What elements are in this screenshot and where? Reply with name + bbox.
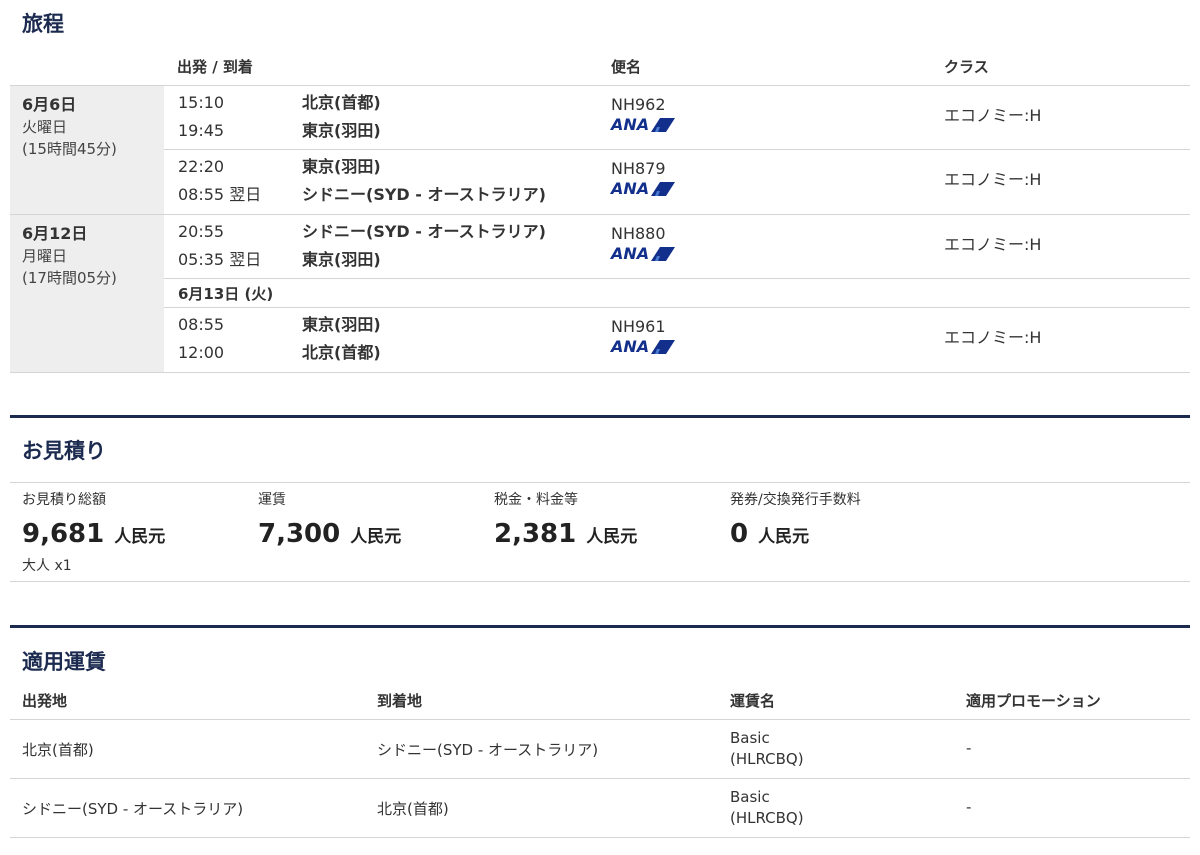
estimate-fare-amount: 7,300 bbox=[258, 519, 341, 549]
header-depart-arrive: 出発 / 到着 bbox=[177, 58, 253, 76]
header-fare-name: 運賃名 bbox=[730, 692, 776, 710]
fares-title: 適用運賃 bbox=[22, 650, 106, 674]
cabin-class: エコノミー:H bbox=[944, 328, 1042, 347]
arrival-place: 北京(首都) bbox=[302, 343, 381, 362]
fare-name: Basic bbox=[730, 729, 770, 747]
fare-row: 北京(首都) シドニー(SYD - オーストラリア) Basic (HLRCBQ… bbox=[10, 720, 1190, 779]
day-duration: (17時間05分) bbox=[22, 269, 117, 287]
header-promotion: 適用プロモーション bbox=[966, 692, 1101, 710]
header-destination: 到着地 bbox=[377, 692, 423, 710]
estimate-taxes-label: 税金・料金等 bbox=[494, 492, 578, 508]
passenger-count: 大人 x1 bbox=[22, 558, 72, 574]
date-note-row: 6月13日 (火) bbox=[164, 279, 1190, 308]
airline-stripes-icon bbox=[651, 340, 676, 354]
day-date: 6月12日 bbox=[22, 224, 88, 243]
departure-time: 22:20 bbox=[178, 157, 225, 176]
estimate-taxes-amount-group: 2,381 人民元 bbox=[494, 519, 637, 549]
flight-segment: 15:10 北京(首都) 19:45 東京(羽田) NH962 ANA エコノミ… bbox=[164, 86, 1190, 150]
ana-logo: ANA bbox=[611, 244, 676, 263]
arrival-place: 東京(羽田) bbox=[302, 121, 381, 140]
arrival-place: 東京(羽田) bbox=[302, 250, 381, 269]
fare-name: Basic bbox=[730, 788, 770, 806]
airline-logo-text: ANA bbox=[611, 337, 650, 356]
departure-time: 08:55 bbox=[178, 315, 225, 334]
fares-header-row: 出発地 到着地 運賃名 適用プロモーション bbox=[10, 680, 1190, 720]
arrival-place: シドニー(SYD - オーストラリア) bbox=[302, 185, 546, 204]
estimate-fare-label: 運賃 bbox=[258, 492, 286, 508]
departure-time: 20:55 bbox=[178, 222, 225, 241]
flight-segment: 08:55 東京(羽田) 12:00 北京(首都) NH961 ANA エコノミ… bbox=[164, 308, 1190, 372]
estimate-taxes-amount: 2,381 bbox=[494, 519, 577, 549]
fare-destination: シドニー(SYD - オーストラリア) bbox=[377, 741, 599, 759]
estimate-fee-amount-group: 0 人民元 bbox=[730, 519, 809, 549]
day-date: 6月6日 bbox=[22, 95, 77, 114]
itinerary-title: 旅程 bbox=[22, 12, 64, 36]
itinerary-table: 6月6日 火曜日 (15時間45分) 15:10 北京(首都) 19:45 東京… bbox=[10, 86, 1190, 373]
flight-segment: 22:20 東京(羽田) 08:55 翌日 シドニー(SYD - オーストラリア… bbox=[164, 150, 1190, 214]
ana-logo: ANA bbox=[611, 179, 676, 198]
header-origin: 出発地 bbox=[22, 692, 68, 710]
estimate-fare-amount-group: 7,300 人民元 bbox=[258, 519, 401, 549]
currency-label: 人民元 bbox=[114, 527, 166, 547]
departure-place: 北京(首都) bbox=[302, 93, 381, 112]
cabin-class: エコノミー:H bbox=[944, 106, 1042, 125]
arrival-time: 19:45 bbox=[178, 121, 225, 140]
arrival-time: 05:35 翌日 bbox=[178, 250, 262, 269]
arrival-time: 08:55 翌日 bbox=[178, 185, 262, 204]
day-summary: 6月12日 月曜日 (17時間05分) bbox=[10, 215, 164, 372]
section-divider bbox=[10, 625, 1190, 628]
day-summary: 6月6日 火曜日 (15時間45分) bbox=[10, 86, 164, 214]
itinerary-day: 6月12日 月曜日 (17時間05分) 20:55 シドニー(SYD - オース… bbox=[10, 215, 1190, 373]
currency-label: 人民元 bbox=[350, 527, 402, 547]
day-weekday: 火曜日 bbox=[22, 118, 68, 136]
section-divider bbox=[10, 415, 1190, 418]
airline-stripes-icon bbox=[651, 247, 676, 261]
flight-number: NH879 bbox=[611, 159, 666, 178]
airline-logo-text: ANA bbox=[611, 244, 650, 263]
departure-place: 東京(羽田) bbox=[302, 315, 381, 334]
estimate-total-amount-group: 9,681 人民元 bbox=[22, 519, 165, 549]
cabin-class: エコノミー:H bbox=[944, 235, 1042, 254]
flight-segment: 20:55 シドニー(SYD - オーストラリア) 05:35 翌日 東京(羽田… bbox=[164, 215, 1190, 279]
airline-logo-text: ANA bbox=[611, 115, 650, 134]
estimate-total-amount: 9,681 bbox=[22, 519, 105, 549]
estimate-fee-label: 発券/交換発行手数料 bbox=[730, 492, 861, 508]
ana-logo: ANA bbox=[611, 337, 676, 356]
fare-row: シドニー(SYD - オーストラリア) 北京(首都) Basic (HLRCBQ… bbox=[10, 779, 1190, 838]
estimate-total-label: お見積り総額 bbox=[22, 492, 106, 508]
fare-origin: 北京(首都) bbox=[22, 741, 94, 759]
next-date-note: 6月13日 (火) bbox=[178, 285, 274, 303]
airline-logo-text: ANA bbox=[611, 179, 650, 198]
header-flight: 便名 bbox=[611, 58, 642, 76]
currency-label: 人民元 bbox=[758, 527, 810, 547]
airline-stripes-icon bbox=[651, 182, 676, 196]
departure-place: 東京(羽田) bbox=[302, 157, 381, 176]
fare-promotion: - bbox=[966, 739, 972, 757]
day-duration: (15時間45分) bbox=[22, 140, 117, 158]
itinerary-day: 6月6日 火曜日 (15時間45分) 15:10 北京(首都) 19:45 東京… bbox=[10, 86, 1190, 215]
cabin-class: エコノミー:H bbox=[944, 170, 1042, 189]
header-class: クラス bbox=[944, 58, 989, 76]
fare-basis: (HLRCBQ) bbox=[730, 809, 804, 827]
airline-stripes-icon bbox=[651, 118, 676, 132]
estimate-summary: お見積り総額 9,681 人民元 大人 x1 運賃 7,300 人民元 税金・料金等… bbox=[10, 482, 1190, 582]
estimate-fee-amount: 0 bbox=[730, 519, 749, 549]
flight-number: NH962 bbox=[611, 95, 666, 114]
fare-destination: 北京(首都) bbox=[377, 800, 449, 818]
flight-number: NH961 bbox=[611, 317, 666, 336]
fare-promotion: - bbox=[966, 798, 972, 816]
fare-basis: (HLRCBQ) bbox=[730, 750, 804, 768]
estimate-title: お見積り bbox=[22, 439, 106, 463]
currency-label: 人民元 bbox=[586, 527, 638, 547]
flight-number: NH880 bbox=[611, 224, 666, 243]
ana-logo: ANA bbox=[611, 115, 676, 134]
fare-origin: シドニー(SYD - オーストラリア) bbox=[22, 800, 244, 818]
arrival-time: 12:00 bbox=[178, 343, 225, 362]
departure-place: シドニー(SYD - オーストラリア) bbox=[302, 222, 546, 241]
departure-time: 15:10 bbox=[178, 93, 225, 112]
itinerary-header-row: 出発 / 到着 便名 クラス bbox=[10, 46, 1190, 86]
day-weekday: 月曜日 bbox=[22, 247, 68, 265]
